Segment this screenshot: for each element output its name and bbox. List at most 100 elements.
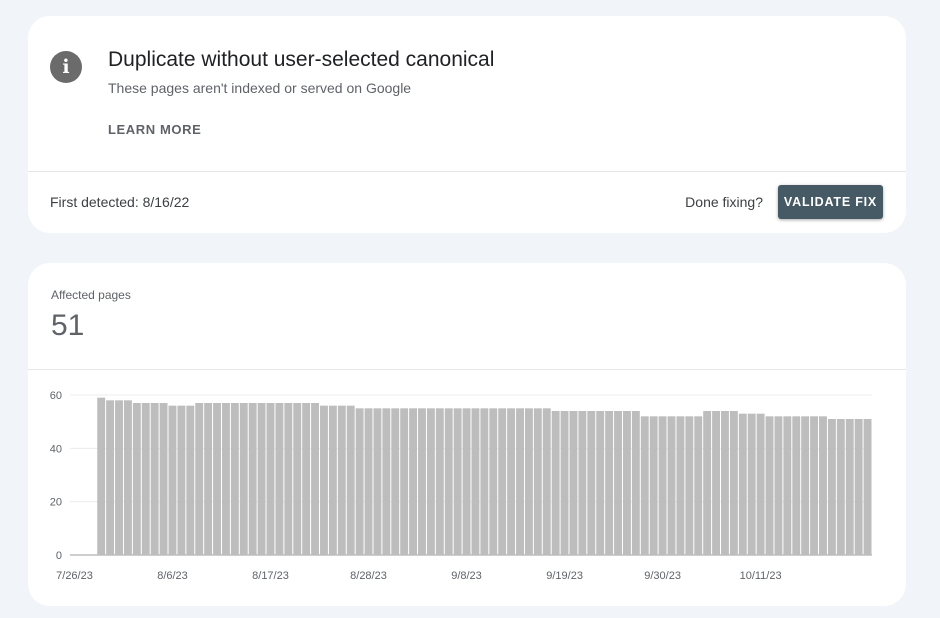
bar — [426, 408, 435, 555]
bar — [382, 408, 391, 555]
bar — [364, 408, 373, 555]
bar — [783, 416, 792, 555]
y-tick-label: 20 — [50, 497, 62, 509]
bar — [204, 403, 213, 555]
bar — [667, 416, 676, 555]
y-tick-label: 40 — [50, 443, 62, 455]
bar — [516, 408, 524, 555]
bar — [605, 411, 614, 555]
card-divider — [28, 171, 906, 172]
bar — [810, 416, 819, 555]
x-tick-label: 9/8/23 — [451, 570, 482, 582]
bar — [640, 416, 649, 555]
info-icon: i — [50, 51, 82, 83]
x-tick-label: 9/19/23 — [546, 570, 583, 582]
bar — [712, 411, 721, 555]
y-tick-label: 0 — [56, 550, 62, 562]
bar — [765, 416, 774, 555]
bar — [391, 408, 400, 555]
bar — [587, 411, 596, 555]
bar — [177, 405, 186, 555]
bar — [275, 403, 284, 555]
bar — [186, 405, 195, 555]
y-tick-label: 60 — [50, 390, 62, 402]
bar — [230, 403, 239, 555]
bar — [257, 403, 266, 555]
x-tick-label: 7/26/23 — [56, 570, 93, 582]
bar — [132, 403, 141, 555]
bar — [631, 411, 640, 555]
bar — [221, 403, 230, 555]
bar — [320, 405, 328, 555]
bar — [337, 405, 346, 555]
bar — [738, 413, 747, 555]
done-fixing-label: Done fixing? — [685, 194, 763, 210]
x-tick-label: 9/30/23 — [644, 570, 681, 582]
bar — [819, 416, 827, 555]
bar — [489, 408, 498, 555]
bar — [311, 403, 320, 555]
bar — [284, 403, 293, 555]
x-tick-label: 8/6/23 — [157, 570, 188, 582]
bar — [400, 408, 409, 555]
validate-fix-button[interactable]: VALIDATE FIX — [778, 185, 883, 219]
bar — [658, 416, 667, 555]
bar — [614, 411, 622, 555]
bar — [409, 408, 418, 555]
bar — [150, 403, 159, 555]
bar — [248, 403, 257, 555]
x-tick-label: 8/17/23 — [252, 570, 289, 582]
bar — [685, 416, 694, 555]
bar — [747, 413, 756, 555]
affected-pages-chart: 0 20 40 60 7/26/23 8/6/23 8/17/23 8/28/23 9/8/23… — [50, 390, 872, 582]
bar — [480, 408, 489, 555]
bar — [355, 408, 364, 555]
issue-card: i Duplicate without user-selected canoni… — [28, 16, 906, 233]
bar — [854, 419, 863, 555]
x-tick-label: 8/28/23 — [350, 570, 387, 582]
bar — [551, 411, 560, 555]
issue-title: Duplicate without user-selected canonica… — [108, 48, 495, 71]
bar — [578, 411, 587, 555]
bar — [792, 416, 801, 555]
bar — [239, 403, 248, 555]
bar — [863, 419, 872, 555]
bar — [836, 419, 845, 555]
bar — [462, 408, 471, 555]
bar — [649, 416, 658, 555]
bar — [676, 416, 685, 555]
affected-pages-card: Affected pages 51 0 20 40 60 7/26/23 8/6/23 8/… — [28, 263, 906, 606]
bar — [328, 405, 337, 555]
bar — [471, 408, 480, 555]
bar — [159, 403, 168, 555]
bar — [524, 408, 533, 555]
bar — [195, 403, 204, 555]
bar — [453, 408, 462, 555]
bar — [266, 403, 275, 555]
bar — [123, 400, 132, 555]
bar — [596, 411, 605, 555]
issue-subtitle: These pages aren't indexed or served on … — [108, 80, 412, 96]
bar — [141, 403, 150, 555]
bar — [845, 419, 854, 555]
bar — [801, 416, 810, 555]
bar — [507, 408, 516, 555]
bar — [569, 411, 578, 555]
bar — [694, 416, 703, 555]
bar — [756, 413, 765, 555]
x-tick-label: 10/11/23 — [740, 570, 782, 582]
bar — [115, 400, 123, 555]
bar — [106, 400, 115, 555]
bar — [435, 408, 444, 555]
bar — [729, 411, 738, 555]
bar — [418, 408, 426, 555]
bar — [213, 403, 221, 555]
learn-more-link[interactable]: LEARN MORE — [108, 122, 201, 137]
bar — [827, 419, 836, 555]
bar — [444, 408, 453, 555]
bar — [97, 397, 106, 555]
bar — [721, 411, 729, 555]
bar — [533, 408, 542, 555]
bar — [346, 405, 355, 555]
bar — [542, 408, 551, 555]
